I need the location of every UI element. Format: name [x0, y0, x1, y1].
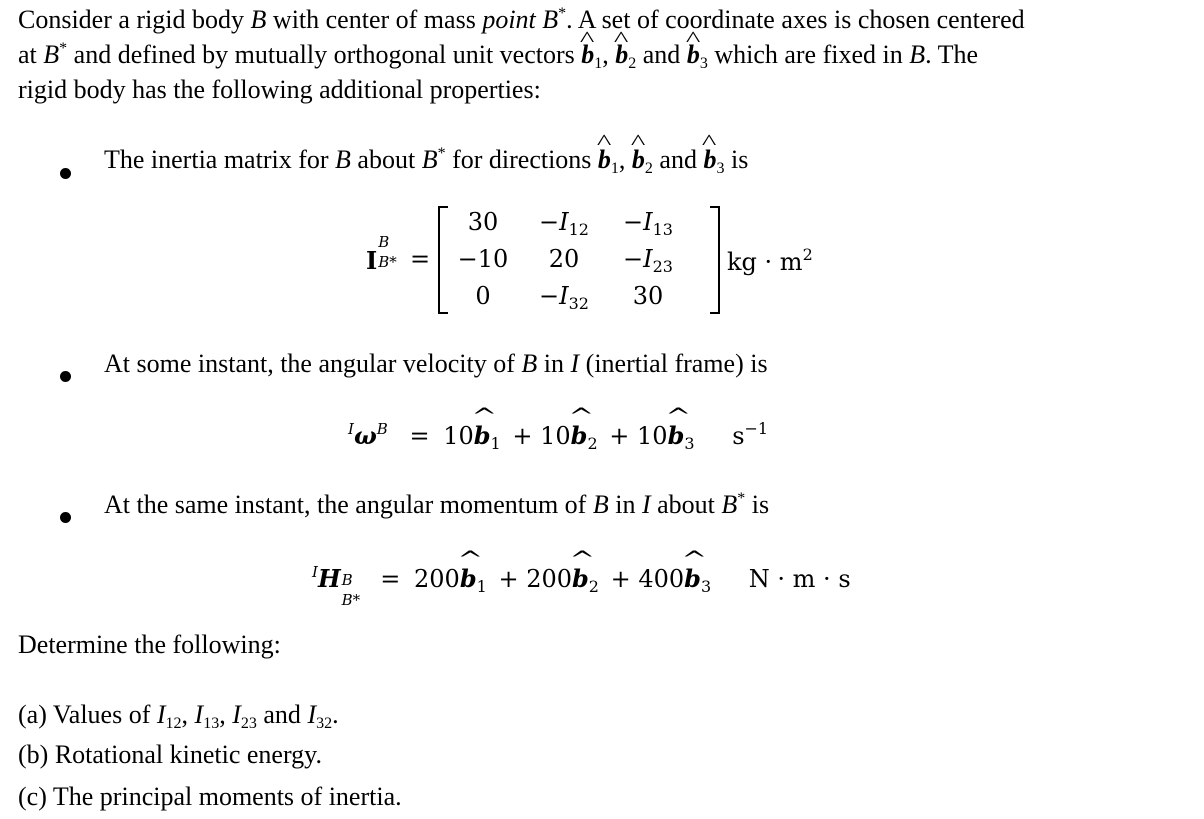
bullet-2-text: At some instant, the angular velocity of…	[104, 349, 768, 378]
angular-velocity-units: s−1	[732, 419, 769, 451]
bullet-1-text: The inertia matrix for B about B* for di…	[104, 145, 748, 177]
unit-vector-b3: b	[687, 37, 700, 72]
bullet-3-text: At the same instant, the angular momentu…	[104, 490, 770, 519]
inertia-equals: =	[410, 245, 431, 273]
bullet-dot	[60, 168, 71, 179]
question-a: (a) Values of I12, I13, I23 and I32.	[18, 700, 339, 732]
matrix-right-bracket	[710, 206, 720, 314]
matrix-cell-r2c2: 20	[548, 245, 580, 273]
unit-vector-b2: b	[615, 37, 628, 72]
intro-paragraph: Consider a rigid body B with center of m…	[18, 2, 1025, 107]
unit-vector-b1: b	[581, 37, 594, 72]
intro-line-1: Consider a rigid body B with center of m…	[18, 5, 1025, 34]
matrix-cell-r1c2: −I12	[539, 208, 589, 239]
matrix-cell-r1c3: −I13	[623, 208, 673, 239]
question-b: (b) Rotational kinetic energy.	[18, 740, 322, 769]
matrix-cell-r3c3: 30	[632, 282, 664, 310]
intro-line-3: rigid body has the following additional …	[18, 75, 541, 104]
angular-velocity-equation: IωB = 10b1 + 10b2 + 10b3 s−1	[348, 419, 769, 452]
matrix-cell-r2c1: −10	[457, 245, 509, 273]
determine-heading: Determine the following:	[18, 630, 281, 659]
matrix-cell-r3c2: −I32	[539, 282, 589, 313]
question-c: (c) The principal moments of inertia.	[18, 782, 402, 811]
angular-momentum-units: N · m · s	[748, 565, 851, 593]
matrix-cell-r1c1: 30	[467, 208, 499, 236]
inertia-lhs: I B B*	[366, 233, 397, 275]
bullet-dot	[60, 512, 71, 523]
angular-momentum-equation: IHBB* = 200b1 + 200b2 + 400b3 N · m · s	[312, 564, 851, 609]
intro-line-2: at B* and defined by mutually orthogonal…	[18, 37, 1025, 72]
matrix-cell-r3c1: 0	[475, 282, 491, 310]
bullet-dot	[60, 371, 71, 382]
matrix-cell-r2c3: −I23	[623, 245, 673, 276]
inertia-units: kg · m2	[727, 245, 813, 277]
